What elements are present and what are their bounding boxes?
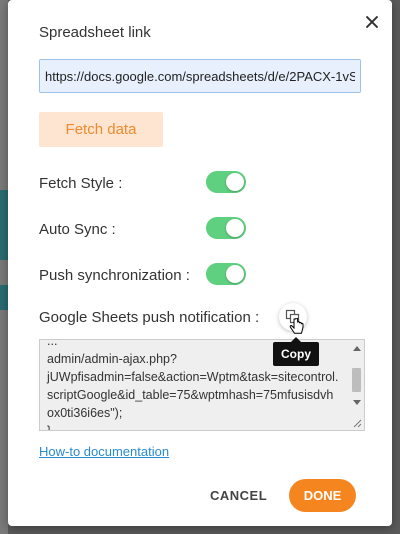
cancel-button[interactable]: CANCEL: [210, 488, 267, 503]
toggle-knob: [226, 265, 244, 283]
auto-sync-label: Auto Sync :: [39, 221, 116, 238]
dialog-title: Spreadsheet link: [39, 24, 151, 41]
code-line: jUWpfisadmin=false&action=Wptm&task=site…: [47, 370, 339, 384]
spreadsheet-url-input[interactable]: [39, 59, 361, 93]
scroll-up-arrow-icon[interactable]: [353, 346, 361, 351]
close-icon[interactable]: [364, 14, 380, 30]
auto-sync-toggle[interactable]: [206, 217, 246, 239]
push-sync-toggle[interactable]: [206, 263, 246, 285]
code-line: scriptGoogle&id_table=75&wptmhash=75mfus…: [47, 388, 334, 402]
scroll-down-arrow-icon[interactable]: [353, 400, 361, 405]
toggle-knob: [226, 219, 244, 237]
fetch-data-button[interactable]: Fetch data: [39, 112, 163, 147]
hand-cursor-icon: [289, 318, 304, 334]
toggle-knob: [226, 173, 244, 191]
fetch-style-toggle[interactable]: [206, 171, 246, 193]
scroll-thumb[interactable]: [352, 368, 361, 392]
done-button[interactable]: DONE: [289, 479, 356, 512]
code-line: }: [47, 424, 52, 431]
fetch-style-label: Fetch Style :: [39, 175, 123, 192]
resize-grip-icon[interactable]: [352, 418, 362, 428]
push-notification-label: Google Sheets push notification :: [39, 309, 260, 326]
copy-tooltip: Copy: [273, 337, 319, 366]
spreadsheet-link-dialog: Spreadsheet link Fetch data Fetch Style …: [8, 0, 392, 526]
background-page: [0, 0, 8, 534]
code-scrollbar[interactable]: [349, 340, 364, 430]
how-to-documentation-link[interactable]: How-to documentation: [39, 444, 169, 459]
push-sync-label: Push synchronization :: [39, 267, 190, 284]
background-teal-block-2: [0, 285, 8, 310]
background-teal-block: [0, 190, 8, 260]
code-line: ox0ti36i6es");: [47, 406, 123, 420]
